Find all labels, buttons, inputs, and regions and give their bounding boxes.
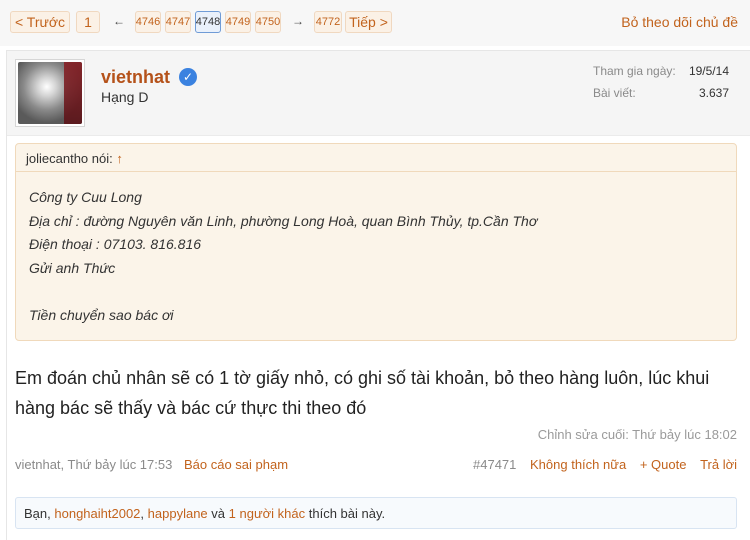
avatar-image [18,62,82,124]
quote-line: Công ty Cuu Long [29,189,142,205]
liker-link[interactable]: happylane [148,506,208,521]
quote-line: Địa chỉ : đường Nguyên văn Linh, phường … [29,212,538,229]
joined-value: 19/5/14 [688,64,729,78]
next-page-button[interactable]: Tiếp > [345,11,392,33]
post-footer-right: #47471 Không thích nữa + Quote Trả lời [463,457,737,472]
post-byline[interactable]: vietnhat, Thứ bảy lúc 17:53 [15,457,172,472]
quote-line [29,280,537,304]
edited-note: Chỉnh sửa cuối: Thứ bảy lúc 18:02 [537,427,737,442]
right-arrow-icon: → [292,14,304,28]
post-footer-left: vietnhat, Thứ bảy lúc 17:53 Báo cáo sai … [15,457,288,472]
report-link[interactable]: Báo cáo sai phạm [184,457,288,472]
page-button[interactable]: 4746 [135,11,161,33]
likes-prefix: Bạn, [24,506,51,521]
reply-link[interactable]: Trả lời [700,457,737,472]
unfollow-thread-link[interactable]: Bỏ theo dõi chủ đề [621,14,738,30]
likes-comma: , [140,506,145,521]
message-line: hàng bác sẽ thấy và bác cứ thực thi theo… [15,398,367,418]
quote-line: Tiền chuyển sao bác ơi [29,306,174,323]
arrow-up-icon[interactable]: ↑ [116,151,123,166]
page-button[interactable]: 4750 [255,11,281,33]
page-1-button[interactable]: 1 [76,11,100,33]
page-button[interactable]: 4747 [165,11,191,33]
post-card: vietnhat ✓ Hạng D Tham gia ngày: 19/5/14… [6,50,750,540]
pagination-bar: < Trước 1 ← 4746 4747 4748 4749 4750 → 4… [0,0,750,46]
likes-suffix: thích bài này. [308,506,386,521]
author-rank: Hạng D [101,89,149,105]
likes-and: và [211,506,226,521]
liker-link[interactable]: honghaiht2002 [54,506,140,521]
quote-author: joliecantho nói: [26,151,113,166]
joined-label: Tham gia ngày: [593,64,676,78]
author-name[interactable]: vietnhat [101,67,170,88]
message-line: Em đoán chủ nhân sẽ có 1 tờ giấy nhỏ, có… [15,368,710,388]
posts-value: 3.637 [698,86,729,100]
posts-label: Bài viết: [593,86,636,100]
quote-link[interactable]: + Quote [640,457,687,472]
other-likers-link[interactable]: 1 người khác [229,506,306,521]
quote-header: joliecantho nói: ↑ [16,144,736,172]
current-page-button[interactable]: 4748 [195,11,221,33]
quote-line: Điện thoại : 07103. 816.816 [29,236,202,252]
post-message: Em đoán chủ nhân sẽ có 1 tờ giấy nhỏ, có… [15,363,735,423]
avatar[interactable] [15,59,85,127]
post-number[interactable]: #47471 [473,457,516,472]
unlike-link[interactable]: Không thích nữa [530,457,626,472]
quote-line: Gửi anh Thức [29,259,116,276]
post-header: vietnhat ✓ Hạng D Tham gia ngày: 19/5/14… [7,51,750,136]
likes-summary: Bạn, honghaiht2002, happylane và 1 người… [15,497,737,529]
page-button[interactable]: 4749 [225,11,251,33]
left-arrow-icon: ← [113,14,125,28]
last-page-button[interactable]: 4772 [314,11,342,33]
quote-block: joliecantho nói: ↑ Công ty Cuu Long Địa … [15,143,737,341]
quote-body: Công ty Cuu Long Địa chỉ : đường Nguyên … [29,186,537,327]
check-badge-icon: ✓ [179,68,197,86]
prev-page-button[interactable]: < Trước [10,11,70,33]
